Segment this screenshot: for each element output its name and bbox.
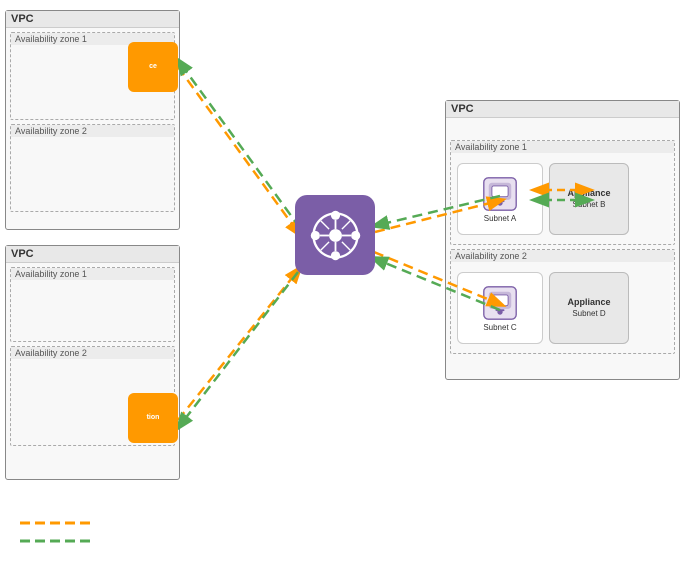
dest-box-bottom: tion [128, 393, 178, 443]
left-vpc2-label: VPC [6, 246, 179, 263]
left-vpc2-az1-label: Availability zone 1 [11, 268, 174, 280]
legend-line-green [20, 535, 90, 547]
right-vpc-az1: Availability zone 1 Subnet A Appliance [450, 140, 675, 245]
left-vpc2-az1: Availability zone 1 [10, 267, 175, 342]
left-vpc1-az2-label: Availability zone 2 [11, 125, 174, 137]
right-vpc-az1-label: Availability zone 1 [451, 141, 674, 153]
arrow-dest-to-hub-orange [178, 268, 300, 420]
subnet-b-box: Appliance Subnet B [549, 163, 629, 235]
right-vpc-label: VPC [446, 101, 679, 118]
source-box-top: ce [128, 42, 178, 92]
subnet-b-appliance-label: Appliance [567, 188, 610, 200]
left-vpc1-az2: Availability zone 2 [10, 124, 175, 212]
legend-item-green [20, 535, 90, 547]
left-vpc2-az2-label: Availability zone 2 [11, 347, 174, 359]
subnet-c-box: Subnet C [457, 272, 543, 344]
transit-gateway-hub [295, 195, 375, 275]
right-vpc: VPC Availability zone 1 Subnet A [445, 100, 680, 380]
subnet-d-box: Appliance Subnet D [549, 272, 629, 344]
legend-line-orange [20, 517, 90, 529]
diagram-area: VPC Availability zone 1 Availability zon… [0, 0, 686, 520]
subnet-c-label: Subnet C [483, 323, 516, 332]
right-vpc-az2: Availability zone 2 Subnet C Appliance [450, 249, 675, 354]
left-vpc1-label: VPC [6, 11, 179, 28]
legend [20, 517, 90, 547]
arrow-hub-to-dest-green [178, 272, 298, 428]
subnet-a-label: Subnet A [484, 214, 516, 223]
arrow-hub-to-source-green [178, 60, 300, 228]
arrow-source-to-hub-orange [178, 67, 300, 235]
subnet-d-label: Subnet D [572, 309, 605, 319]
subnet-d-appliance-label: Appliance [567, 297, 610, 309]
legend-item-orange [20, 517, 90, 529]
left-vpc2: VPC Availability zone 1 Availability zon… [5, 245, 180, 480]
subnet-a-box: Subnet A [457, 163, 543, 235]
subnet-b-label: Subnet B [573, 200, 606, 210]
right-vpc-az2-label: Availability zone 2 [451, 250, 674, 262]
